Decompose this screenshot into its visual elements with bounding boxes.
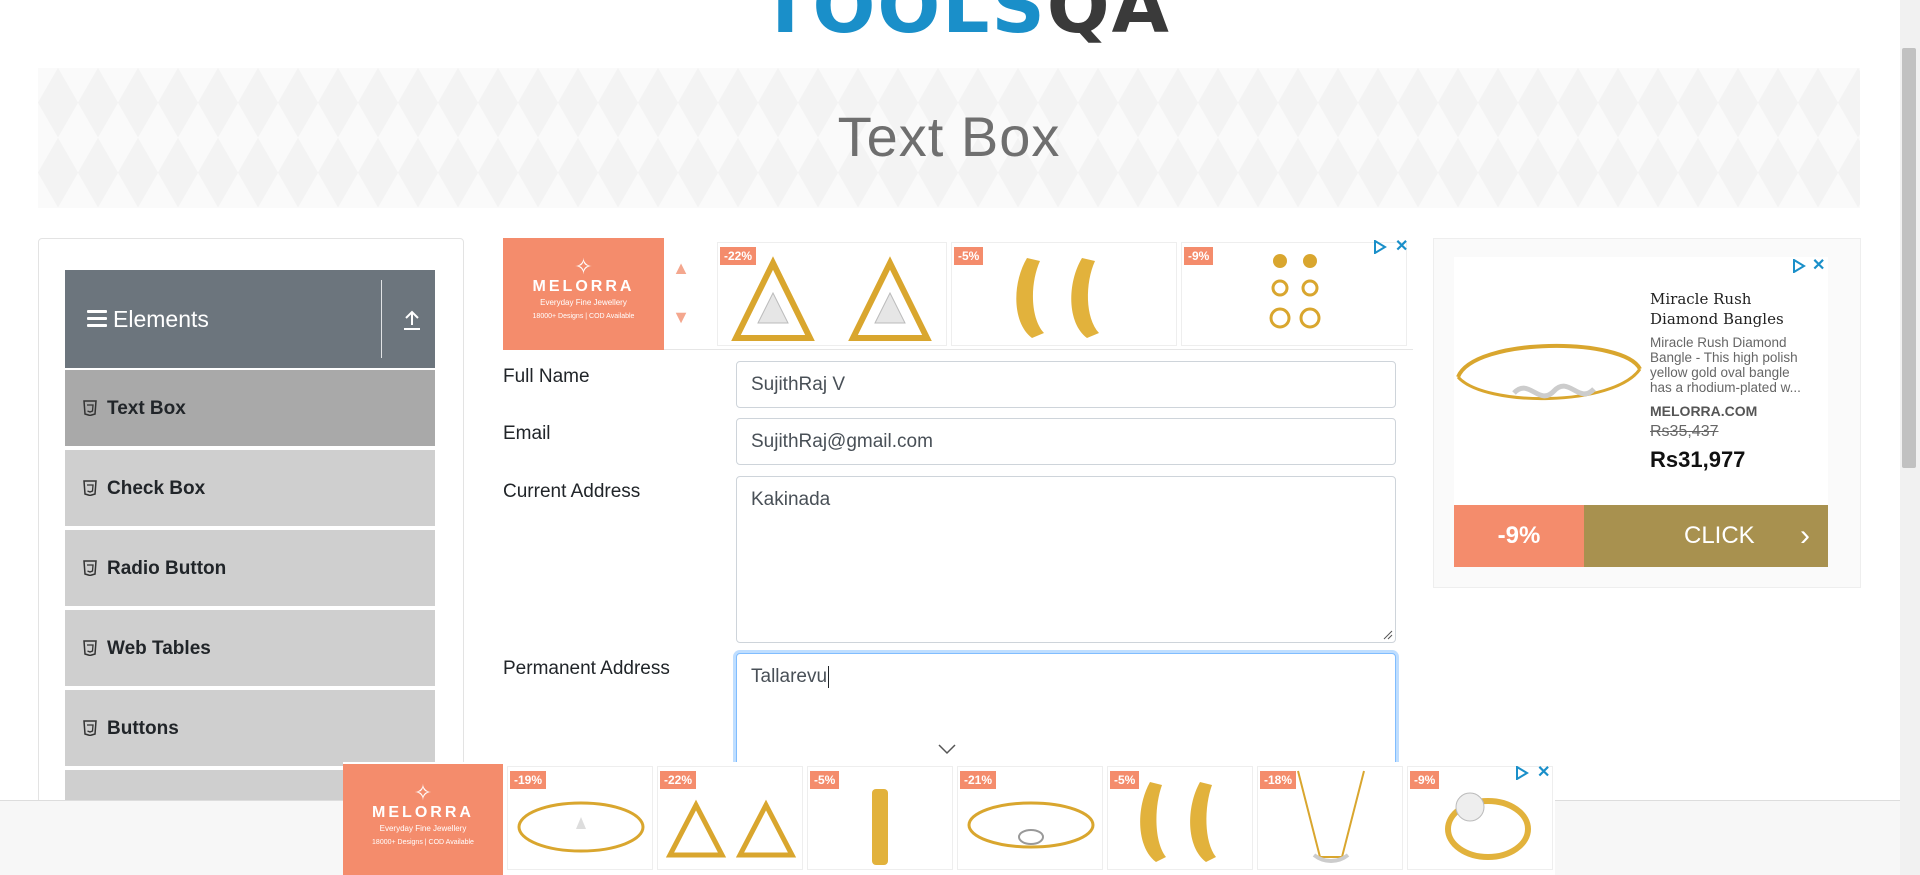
- discount-badge: -5%: [810, 771, 840, 789]
- ad-product-tile[interactable]: -5%: [1107, 766, 1253, 870]
- page-title: Text Box: [837, 105, 1061, 168]
- discount-badge: -22%: [720, 247, 757, 265]
- ad-click-button[interactable]: CLICK ›: [1584, 505, 1828, 567]
- ad-carousel-arrows[interactable]: ▲ ▼: [665, 258, 697, 338]
- html5-icon: [83, 560, 97, 576]
- melorra-ad-logo[interactable]: ✧ MELORRA Everyday Fine Jewellery 18000+…: [503, 238, 664, 350]
- ad-brand: MELORRA: [532, 278, 635, 295]
- top-ad-banner[interactable]: ✧ MELORRA Everyday Fine Jewellery 18000+…: [503, 238, 1413, 350]
- full-name-label: Full Name: [503, 366, 590, 387]
- page: TOOLSQA Text Box Elements Text Box Check…: [0, 0, 1920, 875]
- adchoices-icon[interactable]: [1373, 240, 1387, 254]
- current-address-value: Kakinada: [751, 489, 831, 510]
- page-scrollbar[interactable]: [1900, 0, 1920, 875]
- full-name-input[interactable]: SujithRaj V: [736, 361, 1396, 408]
- discount-badge: -5%: [1110, 771, 1140, 789]
- ad-stat-cod: COD Available: [589, 313, 635, 320]
- ad-tagline: Everyday Fine Jewellery: [540, 298, 627, 307]
- ad-cta-label: CLICK: [1684, 522, 1755, 549]
- discount-badge: -9%: [1184, 247, 1214, 265]
- discount-badge: -22%: [660, 771, 697, 789]
- logo-qa-text: QA: [1046, 0, 1171, 50]
- close-icon[interactable]: ✕: [1395, 239, 1408, 255]
- sidebar-item-label: Web Tables: [107, 638, 211, 659]
- email-value: SujithRaj@gmail.com: [751, 431, 933, 452]
- html5-icon: [83, 400, 97, 416]
- email-label: Email: [503, 423, 551, 444]
- ad-product-tile[interactable]: -22%: [717, 242, 947, 346]
- ad-product-tile[interactable]: -5%: [951, 242, 1177, 346]
- ad-product-tile[interactable]: -9%: [1407, 766, 1553, 870]
- sidebar-item-text-box[interactable]: Text Box: [65, 370, 435, 448]
- chevron-down-icon[interactable]: [936, 742, 958, 756]
- resize-handle-icon[interactable]: [1383, 630, 1393, 640]
- full-name-value: SujithRaj V: [751, 374, 845, 395]
- ad-brand: MELORRA: [372, 804, 474, 821]
- side-ad[interactable]: Miracle Rush Diamond Bangles Miracle Rus…: [1433, 238, 1861, 588]
- sidebar-item-label: Text Box: [107, 398, 186, 419]
- ad-stat-cod: COD Available: [428, 839, 474, 846]
- collapse-arrow-icon[interactable]: [401, 308, 423, 332]
- ad-description: Miracle Rush Diamond Bangle - This high …: [1650, 335, 1801, 395]
- melorra-ad-logo[interactable]: ✧ MELORRA Everyday Fine Jewellery 18000+…: [343, 764, 503, 875]
- chevron-right-icon: ›: [1800, 519, 1810, 552]
- discount-badge: -18%: [1260, 771, 1297, 789]
- sidebar-item-label: Check Box: [107, 478, 206, 499]
- current-address-label: Current Address: [503, 481, 641, 502]
- logo-tools-text: TOOLS: [760, 0, 1047, 50]
- text-caret: [828, 666, 830, 688]
- bangle-image: [1456, 344, 1642, 401]
- permanent-address-label: Permanent Address: [503, 658, 670, 679]
- ad-product-tile[interactable]: -21%: [957, 766, 1103, 870]
- page-banner: Text Box: [38, 68, 1860, 208]
- toolsqa-logo[interactable]: TOOLSQA: [760, 0, 1169, 58]
- ad-product-tile[interactable]: -5%: [807, 766, 953, 870]
- html5-icon: [83, 640, 97, 656]
- permanent-address-value: Tallarevu: [751, 666, 828, 688]
- arrow-down-icon[interactable]: ▼: [665, 307, 697, 328]
- discount-badge: -21%: [960, 771, 997, 789]
- ad-old-price: Rs35,437: [1650, 423, 1719, 440]
- sidebar-item-label: Radio Button: [107, 558, 227, 579]
- html5-icon: [83, 480, 97, 496]
- current-address-textarea[interactable]: Kakinada: [736, 476, 1396, 643]
- scrollbar-thumb[interactable]: [1902, 48, 1916, 468]
- sidebar-item-check-box[interactable]: Check Box: [65, 450, 435, 528]
- hoop-earrings-image: [1016, 258, 1099, 338]
- sidebar-item-buttons[interactable]: Buttons: [65, 690, 435, 768]
- discount-badge: -5%: [954, 247, 984, 265]
- bottom-ad-banner[interactable]: ✧ MELORRA Everyday Fine Jewellery 18000+…: [343, 762, 1555, 875]
- ad-stat-designs: 18000+ Designs: [532, 313, 584, 320]
- close-icon[interactable]: ✕: [1537, 765, 1550, 781]
- ad-domain: MELORRA.COM: [1650, 403, 1758, 419]
- star-icon: ✧: [413, 780, 433, 805]
- ad-discount: -9%: [1454, 505, 1584, 567]
- ad-product-tile[interactable]: -9%: [1181, 242, 1407, 346]
- elements-group-header[interactable]: Elements: [65, 270, 435, 368]
- sidebar-item-label: Buttons: [107, 718, 179, 739]
- sidebar-item-web-tables[interactable]: Web Tables: [65, 610, 435, 688]
- discount-badge: -9%: [1410, 771, 1440, 789]
- ad-product-tile[interactable]: -19%: [507, 766, 653, 870]
- header-divider: [381, 280, 382, 358]
- email-input[interactable]: SujithRaj@gmail.com: [736, 418, 1396, 465]
- ad-product-tile[interactable]: -22%: [657, 766, 803, 870]
- html5-icon: [83, 720, 97, 736]
- sidebar-item-radio-button[interactable]: Radio Button: [65, 530, 435, 608]
- adchoices-icon[interactable]: [1515, 766, 1529, 780]
- arrow-up-icon[interactable]: ▲: [665, 258, 697, 279]
- ad-tagline: Everyday Fine Jewellery: [379, 824, 467, 833]
- ad-stat-designs: 18000+ Designs: [372, 839, 423, 846]
- drop-earrings-image: [1269, 254, 1321, 329]
- ad-product-tile[interactable]: -18%: [1257, 766, 1403, 870]
- elements-group-title: Elements: [113, 306, 209, 332]
- hamburger-icon: [87, 310, 107, 328]
- close-icon[interactable]: ✕: [1812, 258, 1825, 274]
- ad-title[interactable]: Miracle Rush Diamond Bangles: [1650, 289, 1810, 329]
- adchoices-icon[interactable]: [1792, 259, 1806, 273]
- discount-badge: -19%: [510, 771, 547, 789]
- ad-price: Rs31,977: [1650, 447, 1746, 472]
- star-icon: ✧: [574, 254, 593, 279]
